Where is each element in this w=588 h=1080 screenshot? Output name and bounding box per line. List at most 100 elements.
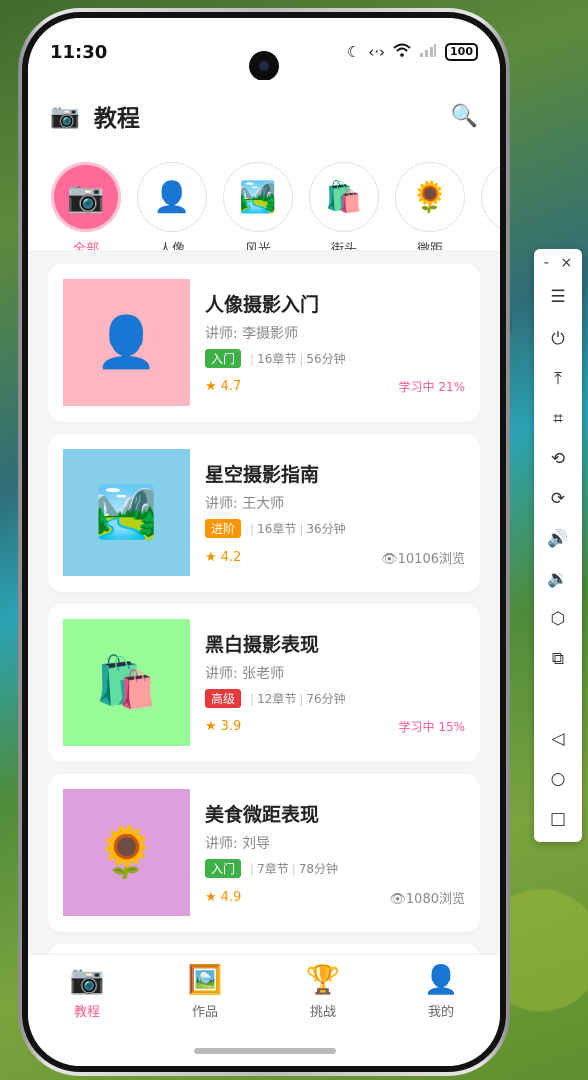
category-label: 微距: [416, 242, 443, 250]
course-duration: 36分钟: [306, 522, 346, 536]
emulator-toolbar: - × ☰ ⏻ ⤒ ⌗ ⟲ ⟳ 🔊 🔉 ⬡ ⧉ ◁ ○ □: [534, 249, 582, 842]
tab-label: 作品: [191, 1005, 218, 1020]
shake-icon[interactable]: ⬡: [534, 609, 582, 629]
minimize-button[interactable]: -: [544, 255, 549, 277]
course-title: 星空摄影指南: [205, 464, 320, 486]
person-icon: 👤: [423, 963, 459, 996]
course-card[interactable]: 🛍️ 黑白摄影表现 讲师: 张老师 高级 | 12章节 | 76分钟 ★ 3.9 …: [48, 604, 480, 762]
food-icon: 🍔: [481, 162, 500, 232]
level-badge: 入门: [205, 349, 242, 368]
course-title: 黑白摄影表现: [205, 634, 320, 656]
tab-profile[interactable]: 👤 我的: [382, 963, 500, 1027]
home-icon[interactable]: ○: [534, 769, 582, 789]
star-icon: ★: [205, 890, 217, 905]
eye-icon: 👁: [381, 552, 398, 567]
course-rating: 4.2: [220, 550, 242, 565]
category-label: 街头: [330, 242, 357, 250]
tab-label: 教程: [73, 1005, 100, 1020]
multi-window-icon[interactable]: ⧉: [534, 649, 582, 669]
course-thumbnail: 🛍️: [63, 619, 190, 746]
tab-label: 挑战: [309, 1005, 336, 1020]
tab-challenges[interactable]: 🏆 挑战: [264, 963, 382, 1027]
course-card[interactable]: 🏞️ 星空摄影指南 讲师: 王大师 进阶 | 16章节 | 36分钟 ★ 4.2 …: [48, 434, 480, 592]
course-duration: 76分钟: [306, 692, 346, 706]
power-icon[interactable]: ⏻: [534, 329, 582, 349]
moon-icon: ☾: [346, 43, 361, 61]
shopping-bags-icon: 🛍️: [309, 162, 379, 232]
course-duration: 78分钟: [298, 862, 339, 876]
menu-icon[interactable]: ☰: [534, 287, 582, 307]
wifi-icon: [393, 43, 411, 61]
course-thumbnail: 👤: [63, 279, 190, 406]
course-rating: 3.9: [220, 719, 242, 734]
course-duration: 56分钟: [306, 352, 346, 366]
app-screen: 11:30 ☾ ‹·› 100 📷 教程 🔍 📷 全部 👤 人像 🏞️ 风光 🛍…: [28, 18, 500, 1066]
course-thumbnail: 🌻: [63, 789, 190, 916]
level-badge: 进阶: [205, 519, 242, 538]
back-icon[interactable]: ◁: [534, 729, 582, 749]
course-card[interactable]: 🌻 美食微距表现 讲师: 刘导 入门 | 7章节 | 78分钟 ★ 4.9 👁10…: [48, 774, 480, 932]
course-list: 👤 人像摄影入门 讲师: 李摄影师 入门 | 16章节 | 56分钟 ★ 4.7 …: [28, 250, 500, 994]
close-button[interactable]: ×: [560, 255, 572, 277]
volume-down-icon[interactable]: 🔉: [534, 569, 582, 589]
volume-up-icon[interactable]: 🔊: [534, 529, 582, 549]
app-header: 📷 教程 🔍: [28, 80, 500, 152]
category-label: 全部: [72, 242, 99, 250]
course-thumbnail: 🏞️: [63, 449, 190, 576]
person-icon: 👤: [137, 162, 207, 232]
bottom-tab-bar: 📷 教程 🖼️ 作品 🏆 挑战 👤 我的: [28, 954, 500, 1066]
course-teacher: 讲师: 张老师: [205, 666, 285, 682]
chapter-count: 16章节: [257, 352, 297, 366]
learning-progress: 学习中 15%: [398, 720, 466, 734]
category-macro[interactable]: 🌻 微距: [394, 162, 466, 250]
sunflower-icon: 🌻: [395, 162, 465, 232]
home-indicator[interactable]: [194, 1048, 336, 1054]
rotate-right-icon[interactable]: ⟳: [534, 489, 582, 509]
category-food[interactable]: 🍔: [480, 162, 500, 238]
star-icon: ★: [205, 379, 217, 394]
course-title: 美食微距表现: [205, 804, 320, 826]
status-time: 11:30: [50, 41, 108, 63]
star-icon: ★: [205, 719, 217, 734]
phone-frame: 11:30 ☾ ‹·› 100 📷 教程 🔍 📷 全部 👤 人像 🏞️ 风光 🛍…: [18, 8, 510, 1076]
category-landscape[interactable]: 🏞️ 风光: [222, 162, 294, 250]
camera-icon: 📷: [69, 963, 105, 996]
trophy-icon: 🏆: [305, 963, 341, 996]
crop-icon[interactable]: ⌗: [534, 409, 582, 429]
course-card[interactable]: 👤 人像摄影入门 讲师: 李摄影师 入门 | 16章节 | 56分钟 ★ 4.7 …: [48, 264, 480, 422]
category-bar: 📷 全部 👤 人像 🏞️ 风光 🛍️ 街头 🌻 微距 🍔: [28, 152, 500, 250]
sunflower-icon: 🌻: [95, 823, 158, 881]
page-title: 教程: [93, 106, 140, 132]
camera-icon: 📷: [50, 102, 80, 130]
recents-icon[interactable]: □: [534, 809, 582, 829]
course-title: 人像摄影入门: [205, 294, 320, 316]
category-portrait[interactable]: 👤 人像: [136, 162, 208, 250]
eye-icon: 👁: [389, 892, 406, 907]
course-rating: 4.7: [220, 379, 242, 394]
tab-label: 我的: [427, 1005, 454, 1020]
camera-icon: 📷: [51, 162, 121, 232]
course-teacher: 讲师: 刘导: [205, 836, 271, 852]
category-label: 人像: [158, 242, 185, 250]
status-bar: 11:30 ☾ ‹·› 100: [28, 18, 500, 81]
shopping-bags-icon: 🛍️: [95, 653, 158, 711]
tab-works[interactable]: 🖼️ 作品: [146, 963, 264, 1027]
person-icon: 👤: [95, 313, 158, 371]
level-badge: 入门: [205, 859, 242, 878]
tab-tutorials[interactable]: 📷 教程: [28, 963, 146, 1027]
upload-icon[interactable]: ⤒: [534, 369, 582, 389]
signal-icon: [419, 43, 437, 61]
rotate-left-icon[interactable]: ⟲: [534, 449, 582, 469]
landscape-icon: 🏞️: [223, 162, 293, 232]
battery-indicator: 100: [445, 43, 478, 61]
level-badge: 高级: [205, 689, 242, 708]
chapter-count: 7章节: [257, 862, 289, 876]
search-icon[interactable]: 🔍: [451, 104, 478, 129]
course-rating: 4.9: [220, 890, 242, 905]
category-street[interactable]: 🛍️ 街头: [308, 162, 380, 250]
course-teacher: 讲师: 王大师: [205, 496, 285, 512]
category-all[interactable]: 📷 全部: [50, 162, 122, 250]
front-camera: [249, 51, 279, 81]
view-count: 10106浏览: [397, 552, 465, 567]
picture-icon: 🖼️: [187, 963, 223, 996]
